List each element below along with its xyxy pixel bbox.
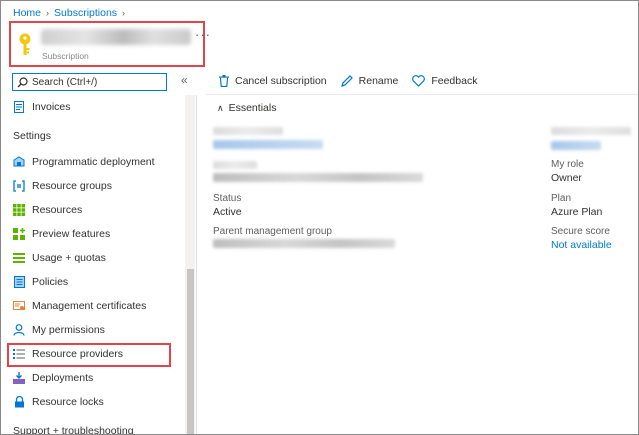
sidebar-item-label: Preview features — [32, 228, 111, 240]
person-icon — [13, 324, 25, 336]
sidebar-item-invoices[interactable]: Invoices — [13, 97, 71, 117]
sidebar-item-label: Invoices — [32, 101, 71, 113]
toolbar-divider — [206, 94, 638, 95]
sidebar-item-my-permissions[interactable]: My permissions — [13, 320, 105, 340]
sidebar-item-resource-locks[interactable]: Resource locks — [13, 392, 104, 412]
secure-score-link[interactable]: Not available — [551, 239, 612, 251]
programmatic-deployment-icon — [13, 156, 25, 168]
chevron-up-icon: ∧ — [217, 102, 224, 113]
subscription-title-highlight: Subscription — [9, 21, 205, 67]
key-icon — [19, 33, 31, 55]
policies-icon — [13, 276, 25, 288]
redacted-value — [213, 173, 423, 182]
collapse-sidebar-button[interactable]: « — [181, 73, 188, 87]
rename-button[interactable]: Rename — [340, 75, 399, 87]
certificate-icon — [13, 300, 25, 312]
search-placeholder: Search (Ctrl+/) — [32, 76, 98, 88]
breadcrumb-home[interactable]: Home — [13, 7, 41, 19]
rename-label: Rename — [358, 75, 399, 87]
page-subtitle: Subscription — [42, 51, 89, 61]
sidebar-item-management-certificates[interactable]: Management certificates — [13, 296, 146, 316]
portal-window: Home › Subscriptions › Subscription ··· … — [0, 0, 639, 435]
redacted-link — [551, 141, 601, 150]
my-role-label: My role — [551, 159, 584, 170]
trash-icon — [219, 75, 229, 87]
chevron-right-icon: › — [122, 8, 126, 18]
preview-features-icon — [13, 228, 25, 240]
sidebar-item-policies[interactable]: Policies — [13, 272, 68, 292]
search-input[interactable]: Search (Ctrl+/) — [12, 73, 167, 91]
parent-group-label: Parent management group — [213, 226, 332, 237]
more-options-button[interactable]: ··· — [195, 27, 211, 42]
cancel-subscription-label: Cancel subscription — [235, 75, 327, 87]
sidebar-item-deployments[interactable]: Deployments — [13, 368, 93, 388]
status-label: Status — [213, 193, 242, 204]
chevron-right-icon: › — [46, 8, 50, 18]
sidebar-item-label: Policies — [32, 276, 69, 288]
deployments-icon — [13, 372, 25, 384]
breadcrumb: Home › Subscriptions › — [13, 7, 125, 19]
essentials-title: Essentials — [228, 102, 277, 114]
resource-providers-highlight — [7, 343, 171, 367]
plan-label: Plan — [551, 193, 572, 204]
my-role-value: Owner — [551, 172, 582, 184]
search-icon — [17, 76, 28, 87]
sidebar-item-label: My permissions — [32, 324, 105, 336]
sidebar-item-label: Resource locks — [32, 396, 104, 408]
status-value: Active — [213, 206, 242, 218]
feedback-button[interactable]: Feedback — [412, 75, 477, 87]
sidebar-item-preview-features[interactable]: Preview features — [13, 224, 110, 244]
sidebar-item-resources[interactable]: Resources — [13, 200, 82, 220]
section-settings: Settings — [13, 130, 51, 142]
secure-score-label: Secure score — [551, 226, 610, 237]
pencil-icon — [340, 75, 353, 87]
command-bar: Cancel subscription Rename Feedback — [219, 75, 477, 87]
resources-grid-icon — [13, 204, 25, 216]
sidebar-item-label: Resource groups — [32, 180, 112, 192]
invoice-icon — [13, 101, 25, 113]
subscription-name-redacted — [41, 29, 191, 45]
breadcrumb-subscriptions[interactable]: Subscriptions — [54, 7, 117, 19]
sidebar-item-usage-quotas[interactable]: Usage + quotas — [13, 248, 106, 268]
redacted-link — [213, 140, 323, 149]
sidebar-item-label: Management certificates — [32, 300, 147, 312]
feedback-label: Feedback — [431, 75, 478, 87]
redacted-label — [551, 127, 631, 135]
sidebar-item-label: Deployments — [32, 372, 94, 384]
cancel-subscription-button[interactable]: Cancel subscription — [219, 75, 327, 87]
sidebar-item-label: Usage + quotas — [32, 252, 106, 264]
plan-value: Azure Plan — [551, 206, 603, 218]
redacted-parent-group-value — [213, 239, 395, 248]
heart-icon — [412, 75, 426, 87]
sidebar-item-label: Programmatic deployment — [32, 156, 155, 168]
redacted-label — [213, 161, 257, 169]
sidebar-item-resource-groups[interactable]: Resource groups — [13, 176, 112, 196]
usage-quotas-icon — [13, 252, 25, 264]
sidebar-item-programmatic-deployment[interactable]: Programmatic deployment — [13, 152, 155, 172]
lock-icon — [13, 396, 25, 408]
resource-groups-icon — [13, 180, 25, 192]
essentials-toggle[interactable]: ∧ Essentials — [217, 102, 276, 114]
section-support: Support + troubleshooting — [13, 425, 134, 435]
sidebar-item-label: Resources — [32, 204, 83, 216]
redacted-label — [213, 127, 283, 135]
sidebar-scrollbar-thumb[interactable] — [187, 269, 194, 434]
